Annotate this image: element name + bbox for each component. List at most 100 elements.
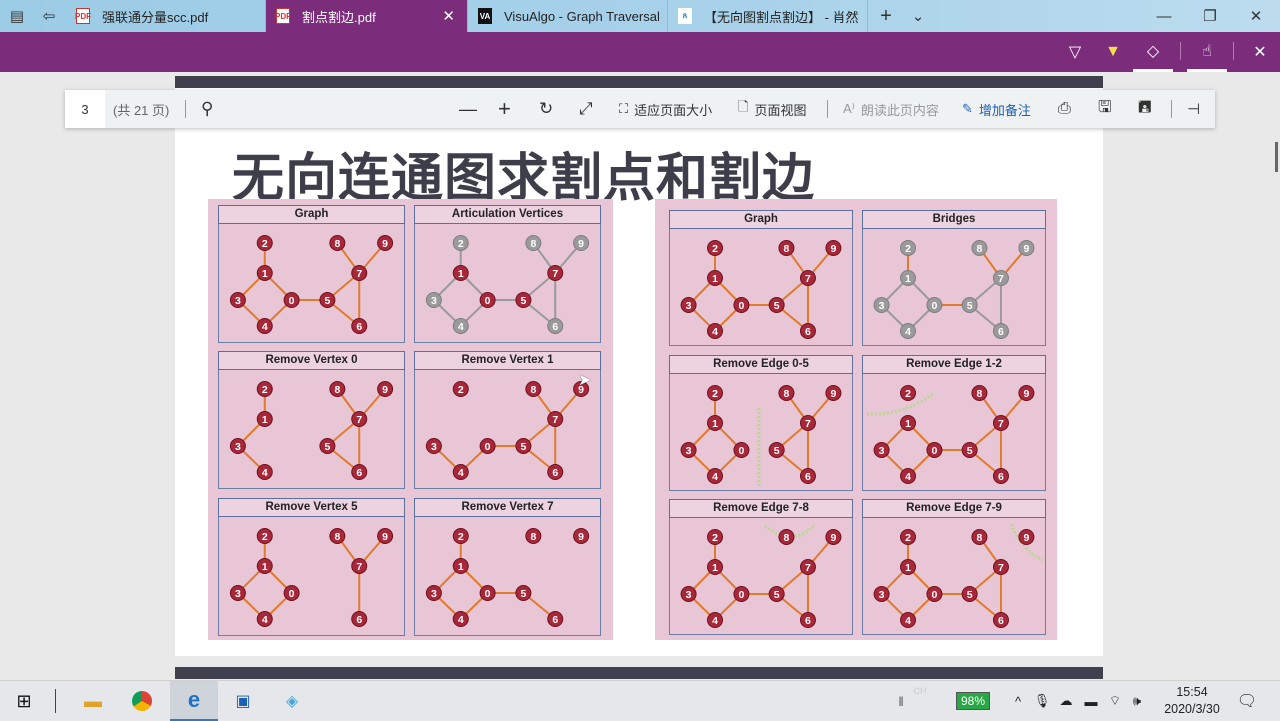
rotate-icon[interactable]: ↻	[539, 90, 553, 128]
read-aloud-button[interactable]: A⁾ 朗读此页内容	[843, 90, 939, 128]
restore-button[interactable]: ❐	[1187, 0, 1233, 32]
highlighter-icon[interactable]: ▼	[1093, 32, 1133, 72]
close-window-button[interactable]: ✕	[1233, 0, 1279, 32]
battery-icon[interactable]: ▬	[1080, 681, 1102, 721]
clock[interactable]: 15:54 2020/3/30	[1152, 681, 1232, 721]
tab-list-button[interactable]: ⌄	[900, 0, 936, 32]
tab-title: VisuAlgo - Graph Traversal (	[504, 8, 664, 24]
read-aloud-icon: A⁾	[843, 101, 855, 116]
node-label-8: 8	[530, 238, 536, 250]
graph-drawing: 0 1 2 3 4 5 6 7 8 9	[873, 240, 1035, 339]
node-label-4: 4	[262, 467, 268, 479]
tab-title: 【无向图割点割边】 - 肖然	[704, 9, 859, 25]
ime-indicator[interactable]: CH	[910, 681, 930, 721]
node-label-3: 3	[431, 588, 437, 600]
minimize-button[interactable]: —	[1141, 0, 1187, 32]
fit-page-label: 适应页面大小	[634, 102, 713, 118]
scrollbar[interactable]	[1275, 142, 1278, 172]
node-label-3: 3	[431, 441, 437, 453]
zoom-out-button[interactable]: —	[459, 90, 477, 128]
node-label-7: 7	[805, 562, 811, 574]
node-label-7: 7	[356, 561, 362, 573]
page-view-button[interactable]: 🗋 页面视图	[738, 90, 806, 128]
zoom-in-button[interactable]: +	[498, 90, 511, 128]
close-ink-icon[interactable]: ✕	[1240, 32, 1280, 72]
node-label-7: 7	[356, 268, 362, 280]
notifications-icon[interactable]: 🗨	[1232, 681, 1262, 721]
set-tabs-aside-icon[interactable]: ⇦	[32, 0, 66, 32]
tab-cut-vertices-pdf[interactable]: PDF 割点割边.pdf ✕	[266, 0, 468, 32]
add-notes-button[interactable]: ✎ 增加备注	[962, 90, 1031, 128]
node-label-2: 2	[262, 238, 268, 250]
node-label-1: 1	[905, 418, 911, 430]
node-label-7: 7	[998, 273, 1004, 285]
pen-icon[interactable]: ▽	[1055, 32, 1095, 72]
node-label-0: 0	[485, 441, 491, 453]
node-label-0: 0	[485, 588, 491, 600]
node-label-9: 9	[578, 238, 584, 250]
save-as-icon[interactable]: 🖪	[1138, 90, 1152, 128]
node-label-3: 3	[879, 445, 885, 457]
node-label-1: 1	[262, 561, 268, 573]
fit-page-button[interactable]: ⛶ 适应页面大小	[619, 90, 712, 128]
node-label-8: 8	[334, 238, 340, 250]
save-icon[interactable]: 🖫	[1098, 90, 1112, 128]
file-explorer-icon[interactable]: ▬	[70, 681, 116, 721]
search-icon[interactable]: ⚲	[201, 90, 213, 128]
node-label-5: 5	[967, 300, 973, 312]
wifi-icon[interactable]: ⌔	[1104, 681, 1126, 721]
node-label-0: 0	[739, 300, 745, 312]
node-label-7: 7	[805, 273, 811, 285]
graph-drawing: 0 1 2 3 4 5 6 7 8 9	[425, 235, 590, 334]
graph-drawing: 0 1 2 3 4 6 7 8 9	[229, 528, 394, 627]
tab-blog[interactable]: ጰ 【无向图割点割边】 - 肖然	[668, 0, 868, 32]
graph-panel: Articulation Vertices 0 1 2 3 4 5 6 7 8 9	[414, 205, 601, 343]
node-label-6: 6	[356, 321, 362, 333]
touch-writing-icon[interactable]: ☝	[1187, 32, 1227, 72]
node-label-8: 8	[784, 532, 790, 544]
graph-panel: Remove Vertex 7012345689	[414, 498, 601, 636]
start-windows-icon[interactable]: ⊞	[0, 681, 48, 721]
tab-visualgo[interactable]: VA VisuAlgo - Graph Traversal (	[468, 0, 668, 32]
node-label-9: 9	[1023, 388, 1029, 400]
node-label-2: 2	[458, 238, 464, 250]
node-label-9: 9	[382, 531, 388, 543]
pin-toolbar-icon[interactable]: ⊣	[1187, 90, 1200, 128]
node-label-2: 2	[262, 384, 268, 396]
node-label-7: 7	[552, 414, 558, 426]
graph-drawing: 0 1 2 3 4 5 6 7 8 9	[866, 385, 1035, 484]
whiteboard-icon[interactable]: ▣	[220, 681, 266, 721]
node-label-2: 2	[905, 243, 911, 255]
graph-panel: Graph 0 1 2 3 4 5 6 7 8 9	[218, 205, 405, 343]
battery-indicator[interactable]: 98%	[953, 681, 993, 721]
app-icon[interactable]: ◈	[268, 681, 316, 721]
fit-page-icon: ⛶	[619, 101, 629, 116]
tab-overview-icon[interactable]: ▤	[0, 0, 34, 32]
node-label-9: 9	[1023, 243, 1029, 255]
microphone-icon[interactable]: 🎙	[1032, 681, 1052, 721]
close-tab-icon[interactable]: ✕	[442, 7, 455, 25]
edge-icon[interactable]: e	[170, 681, 218, 721]
node-label-6: 6	[552, 614, 558, 626]
show-hidden-icons[interactable]: ^	[1008, 681, 1028, 721]
tab-scc-pdf[interactable]: PDF 强联通分量scc.pdf	[66, 0, 266, 32]
node-label-1: 1	[712, 273, 718, 285]
page-number-input[interactable]: 3	[65, 90, 105, 128]
browser-title-bar: ▤ ⇦ PDF 强联通分量scc.pdf PDF 割点割边.pdf ✕ VA V…	[0, 0, 1280, 32]
new-tab-button[interactable]: +	[868, 0, 904, 32]
node-label-6: 6	[998, 615, 1004, 627]
node-label-8: 8	[784, 243, 790, 255]
chrome-icon[interactable]	[118, 681, 166, 721]
eraser-icon[interactable]: ◇	[1133, 32, 1173, 72]
node-label-9: 9	[578, 531, 584, 543]
node-label-2: 2	[458, 531, 464, 543]
fullscreen-icon[interactable]: ⤢	[579, 90, 593, 128]
node-label-5: 5	[967, 445, 973, 457]
node-label-2: 2	[262, 531, 268, 543]
node-label-7: 7	[998, 562, 1004, 574]
node-label-2: 2	[712, 532, 718, 544]
print-icon[interactable]: ⎙	[1058, 90, 1071, 128]
onedrive-icon[interactable]: ☁	[1056, 681, 1076, 721]
battery-percent: 98%	[955, 692, 991, 710]
volume-icon[interactable]: 🕪	[1126, 681, 1148, 721]
